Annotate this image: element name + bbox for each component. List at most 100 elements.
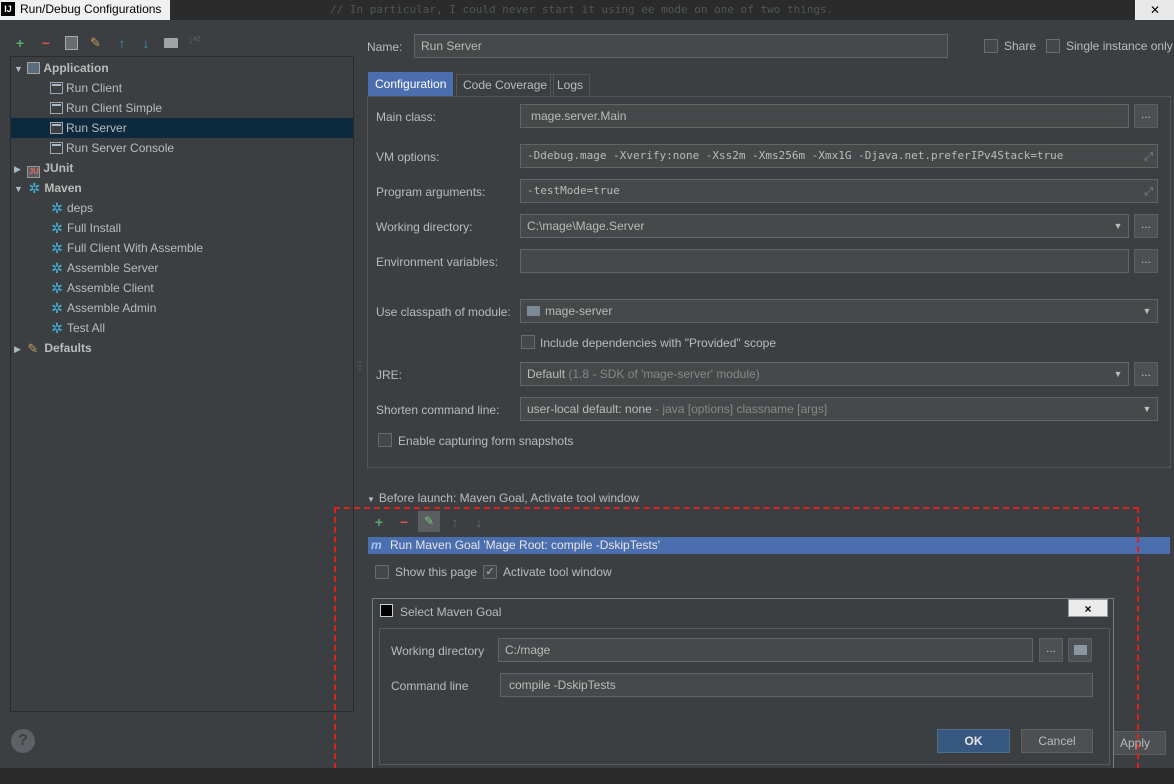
wrench-icon: ✎ [27, 341, 39, 356]
name-input[interactable]: Run Server [414, 34, 948, 58]
share-checkbox[interactable] [984, 39, 998, 53]
show-page-checkbox[interactable] [375, 565, 389, 579]
classpath-label: Use classpath of module: [376, 305, 511, 319]
tree-item-label: deps [67, 201, 94, 215]
sort-icon[interactable]: ↓ᵃᶻ [188, 35, 200, 46]
module-folder-icon[interactable] [1068, 638, 1092, 662]
dialog-cancel-button[interactable]: Cancel [1021, 729, 1093, 753]
tree-item-assemble-server[interactable]: ✲ Assemble Server [11, 258, 353, 278]
add-configuration-button[interactable]: + [12, 35, 28, 51]
dialog-title: Select Maven Goal [400, 605, 502, 619]
tree-item-run-client[interactable]: Run Client [11, 78, 353, 98]
dialog-ok-button[interactable]: OK [937, 729, 1010, 753]
shorten-select[interactable]: user-local default: none - java [options… [520, 397, 1158, 421]
activate-tool-window-label: Activate tool window [503, 565, 612, 579]
dialog-browse-button[interactable]: ... [1039, 638, 1063, 662]
before-launch-remove-button[interactable]: − [396, 514, 412, 530]
splitter-handle[interactable]: ⋮ [355, 362, 365, 379]
expand-icon[interactable]: ⤢ [1144, 146, 1153, 167]
tree-item-assemble-admin[interactable]: ✲ Assemble Admin [11, 298, 353, 318]
env-vars-label: Environment variables: [376, 255, 499, 269]
chevron-down-icon[interactable]: ▼ [1137, 398, 1157, 420]
env-vars-input[interactable] [520, 249, 1129, 273]
wrench-icon[interactable]: ✎ [90, 35, 101, 51]
module-folder-icon [527, 306, 540, 316]
main-class-browse-button[interactable]: ... [1134, 104, 1158, 128]
chevron-right-icon[interactable]: ▶ [14, 159, 24, 179]
copy-icon[interactable] [65, 36, 78, 50]
snapshots-checkbox[interactable] [378, 433, 392, 447]
single-instance-checkbox[interactable] [1046, 39, 1060, 53]
tab-code-coverage[interactable]: Code Coverage [456, 74, 555, 96]
maven-m-icon: m [371, 538, 382, 552]
tree-group-defaults[interactable]: ▶ ✎ Defaults [11, 338, 353, 358]
move-down-button[interactable]: ↓ [138, 35, 154, 51]
chevron-down-icon[interactable]: ▼ [1108, 215, 1128, 237]
tree-group-maven[interactable]: ▼ ✲ Maven [11, 178, 353, 198]
program-args-label: Program arguments: [376, 185, 486, 199]
tree-item-run-server-console[interactable]: Run Server Console [11, 138, 353, 158]
dialog-command-line-input[interactable]: compile -DskipTests [500, 673, 1093, 697]
application-icon [27, 62, 41, 74]
tree-item-run-server[interactable]: Run Server [11, 118, 353, 138]
window-close-button[interactable]: ✕ [1136, 0, 1174, 20]
env-vars-browse-button[interactable]: ... [1134, 249, 1158, 273]
classpath-module-select[interactable]: mage-server ▼ [520, 299, 1158, 323]
before-launch-down-button[interactable]: ↓ [471, 514, 487, 530]
tree-item-label: Assemble Server [67, 261, 159, 275]
vm-options-value: -Ddebug.mage -Xverify:none -Xss2m -Xms25… [527, 149, 1064, 162]
tab-configuration[interactable]: Configuration [368, 72, 454, 96]
help-button[interactable]: ? [11, 729, 35, 753]
tree-item-full-install[interactable]: ✲ Full Install [11, 218, 353, 238]
working-dir-browse-button[interactable]: ... [1134, 214, 1158, 238]
jre-hint: (1.8 - SDK of 'mage-server' module) [568, 367, 760, 381]
tree-item-assemble-client[interactable]: ✲ Assemble Client [11, 278, 353, 298]
program-args-input[interactable]: -testMode=true ⤢ [520, 179, 1158, 203]
working-dir-combo[interactable]: C:\mage\Mage.Server ▼ [520, 214, 1129, 238]
chevron-down-icon: ▼ [367, 495, 375, 504]
activate-tool-window-checkbox[interactable]: ✓ [483, 565, 497, 579]
before-launch-task-row[interactable]: m Run Maven Goal 'Mage Root: compile -Ds… [368, 537, 1170, 554]
chevron-down-icon[interactable]: ▼ [14, 59, 24, 79]
tree-item-run-client-simple[interactable]: Run Client Simple [11, 98, 353, 118]
include-deps-label: Include dependencies with "Provided" sco… [540, 336, 777, 350]
before-launch-up-button[interactable]: ↑ [447, 514, 463, 530]
dialog-command-line-label: Command line [391, 679, 469, 693]
chevron-down-icon[interactable]: ▼ [1137, 300, 1157, 322]
background-editor-text: // In particular, I could never start it… [170, 0, 1135, 20]
tree-group-application[interactable]: ▼ Application [11, 58, 353, 78]
before-launch-header[interactable]: ▼ Before launch: Maven Goal, Activate too… [367, 491, 639, 505]
run-config-icon [50, 82, 63, 94]
maven-gear-icon: ✲ [51, 240, 63, 256]
expand-icon[interactable]: ⤢ [1144, 181, 1153, 202]
include-deps-checkbox[interactable] [521, 335, 535, 349]
chevron-right-icon[interactable]: ▶ [14, 339, 24, 359]
jre-browse-button[interactable]: ... [1134, 362, 1158, 386]
tree-item-label: Run Server [66, 121, 127, 135]
tree-item-deps[interactable]: ✲ deps [11, 198, 353, 218]
tree-item-full-client-with-assemble[interactable]: ✲ Full Client With Assemble [11, 238, 353, 258]
app-logo-icon [380, 604, 393, 617]
working-dir-label: Working directory: [376, 220, 473, 234]
jre-select[interactable]: Default (1.8 - SDK of 'mage-server' modu… [520, 362, 1129, 386]
tree-item-test-all[interactable]: ✲ Test All [11, 318, 353, 338]
maven-gear-icon: ✲ [51, 260, 63, 276]
chevron-down-icon[interactable]: ▼ [1108, 363, 1128, 385]
run-config-icon [50, 102, 63, 114]
remove-configuration-button[interactable]: − [38, 35, 54, 51]
pencil-icon[interactable]: ✎ [418, 511, 440, 532]
jre-value: Default [527, 367, 566, 381]
before-launch-add-button[interactable]: + [371, 514, 387, 530]
maven-gear-icon: ✲ [51, 200, 63, 216]
folder-icon[interactable] [164, 38, 178, 48]
maven-gear-icon: ✲ [51, 320, 63, 336]
dialog-close-button[interactable]: × [1068, 599, 1108, 617]
vm-options-input[interactable]: -Ddebug.mage -Xverify:none -Xss2m -Xms25… [520, 144, 1158, 168]
chevron-down-icon[interactable]: ▼ [14, 179, 24, 199]
dialog-working-dir-input[interactable]: C:/mage [498, 638, 1033, 662]
tree-group-junit[interactable]: ▶ JU JUnit [11, 158, 353, 178]
main-class-input[interactable]: mage.server.Main [520, 104, 1129, 128]
tab-logs[interactable]: Logs [550, 74, 591, 96]
tree-group-label: JUnit [43, 161, 74, 175]
move-up-button[interactable]: ↑ [114, 35, 130, 51]
